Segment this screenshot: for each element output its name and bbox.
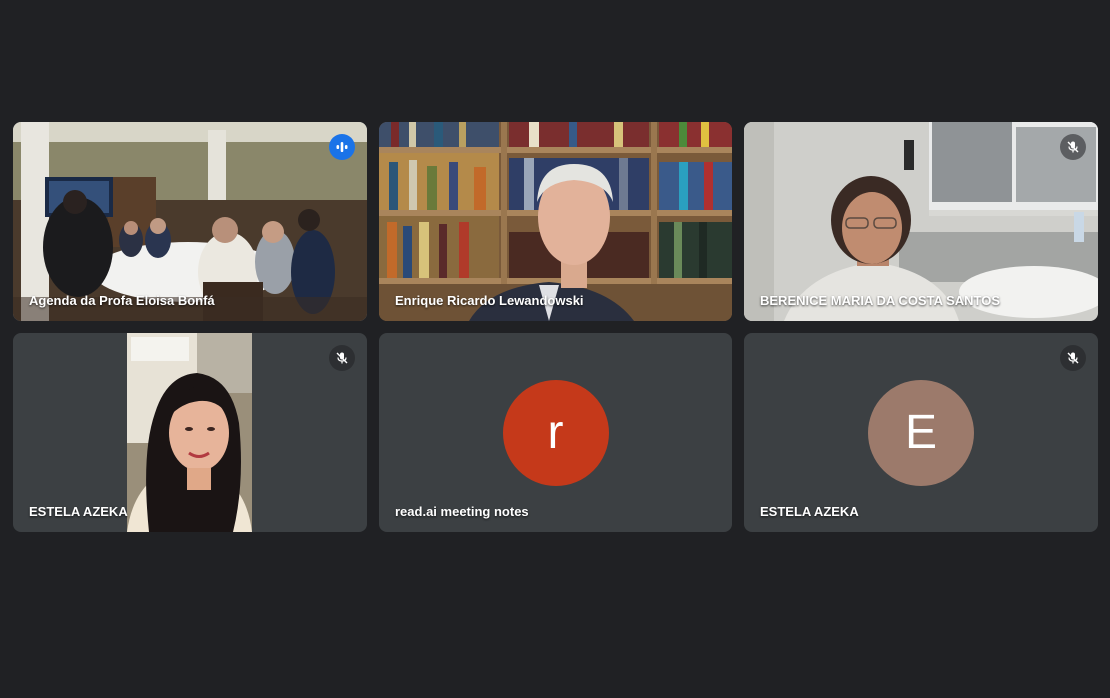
- participant-tile-readai[interactable]: r read.ai meeting notes: [379, 333, 732, 532]
- participant-name: ESTELA AZEKA: [760, 504, 859, 519]
- office-video-feed: [744, 122, 1098, 321]
- participant-name: Agenda da Profa Eloisa Bonfá: [29, 293, 215, 308]
- participant-name: ESTELA AZEKA: [29, 504, 128, 519]
- participant-tile-berenice[interactable]: BERENICE MARIA DA COSTA SANTOS: [744, 122, 1098, 321]
- mic-off-icon: [1060, 134, 1086, 160]
- avatar: r: [502, 379, 609, 486]
- avatar: E: [868, 379, 974, 486]
- mic-off-icon: [1060, 345, 1086, 371]
- avatar-letter: E: [904, 406, 937, 459]
- participant-tile-agenda[interactable]: Agenda da Profa Eloisa Bonfá: [13, 122, 367, 321]
- bookshelf-video-feed: [379, 122, 732, 321]
- portrait-video-feed: [127, 333, 252, 532]
- participant-name: read.ai meeting notes: [395, 504, 529, 519]
- participant-tile-lewandowski[interactable]: Enrique Ricardo Lewandowski: [379, 122, 732, 321]
- mic-off-icon: [329, 345, 355, 371]
- avatar-letter: r: [547, 406, 564, 459]
- participant-name: Enrique Ricardo Lewandowski: [395, 293, 584, 308]
- participant-name: BERENICE MARIA DA COSTA SANTOS: [760, 293, 1001, 308]
- participant-tile-estela-video[interactable]: ESTELA AZEKA: [13, 333, 367, 532]
- speaking-indicator-icon: [329, 134, 355, 160]
- participant-tile-estela-avatar[interactable]: E ESTELA AZEKA: [744, 333, 1098, 532]
- room-video-feed: [13, 122, 367, 321]
